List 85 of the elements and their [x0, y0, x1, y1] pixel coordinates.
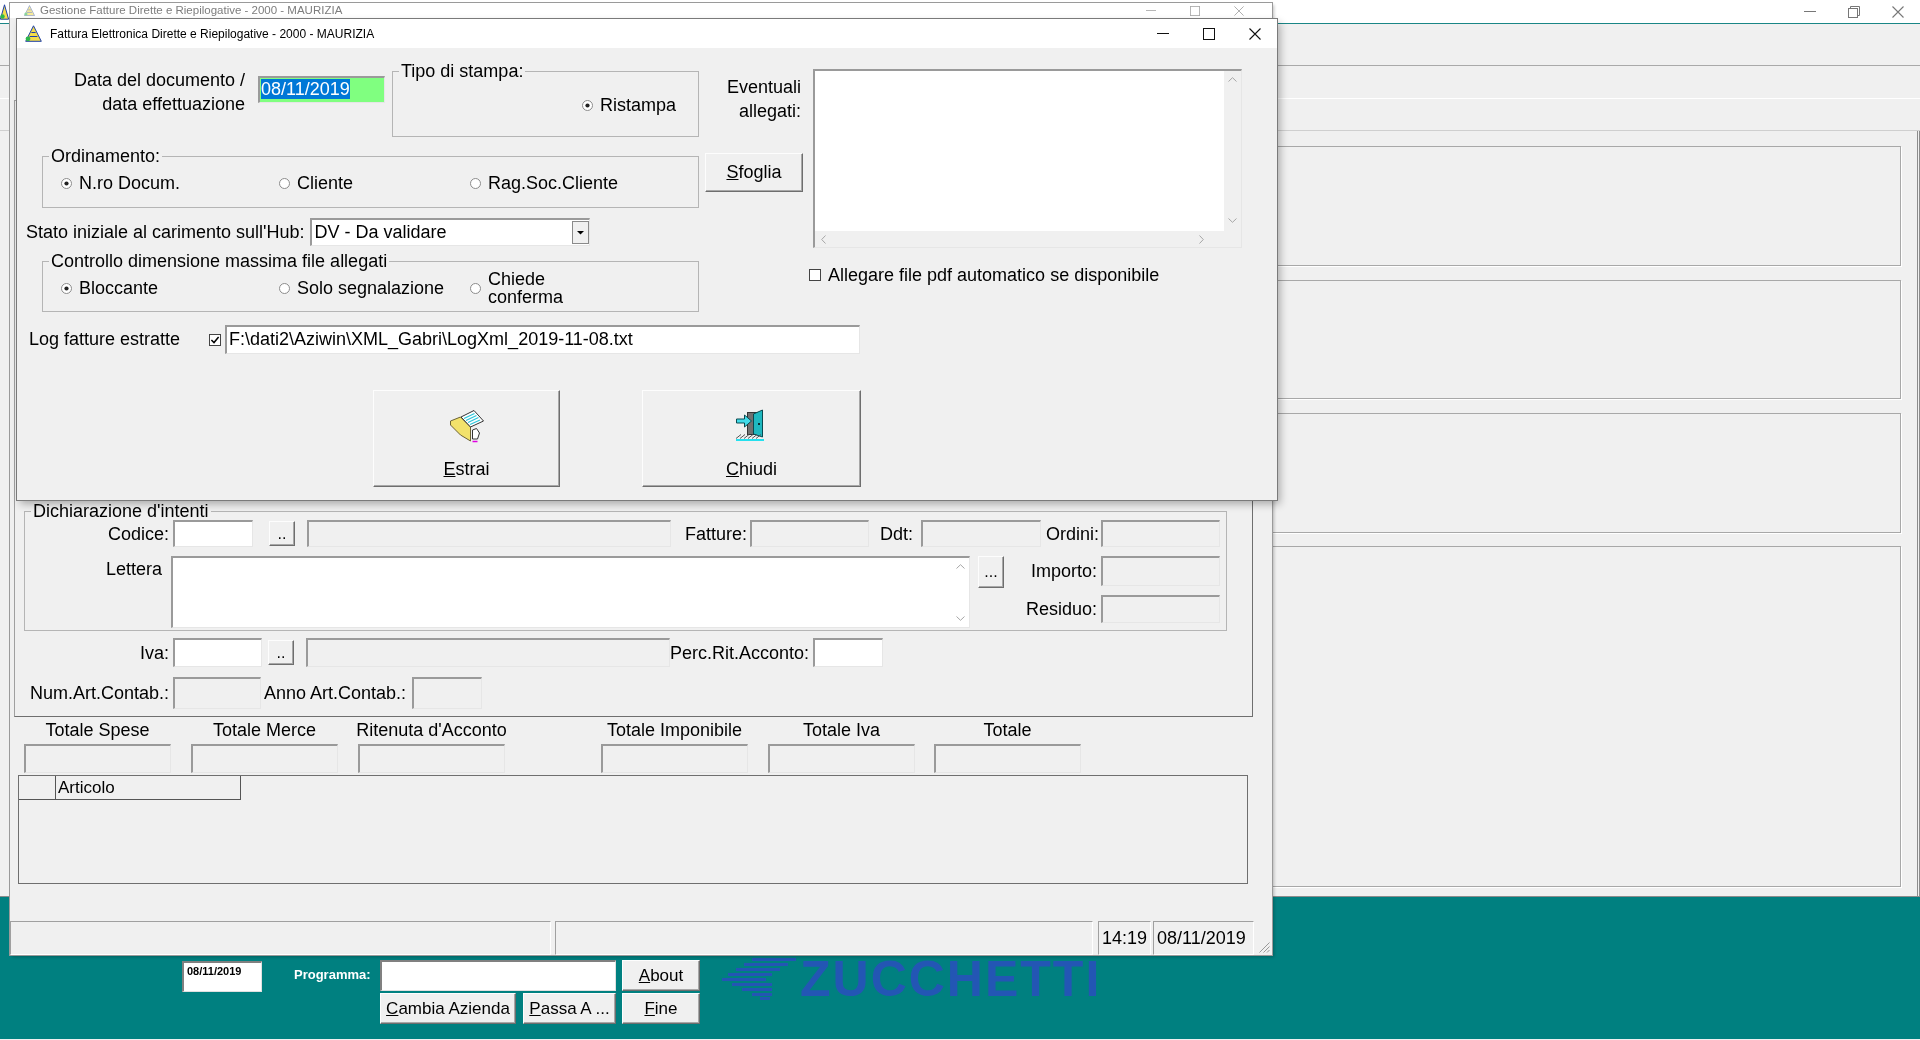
- close-icon[interactable]: [1249, 27, 1261, 40]
- resize-grip-icon[interactable]: [1259, 942, 1270, 953]
- radio-icon[interactable]: [279, 177, 290, 189]
- radio-icon[interactable]: [470, 282, 481, 294]
- checkbox[interactable]: [209, 333, 221, 346]
- scroll-right-icon[interactable]: [1199, 234, 1204, 244]
- radio-icon[interactable]: [581, 99, 593, 111]
- field-label: Importo:: [1029, 561, 1097, 581]
- group-title: Ordinamento:: [50, 147, 162, 165]
- attachments-list[interactable]: [813, 69, 1242, 248]
- field-label: Num.Art.Contab.:: [28, 683, 169, 703]
- radio-option[interactable]: Chiede conferma: [470, 270, 573, 306]
- radio-option[interactable]: Rag.Soc.Cliente: [470, 173, 619, 193]
- field-label: Ritenuta d'Acconto: [355, 721, 508, 740]
- input-field[interactable]: [173, 520, 253, 547]
- window-title: Gestione Fatture Dirette e Riepilogative - 2000 - MAURIZIA: [40, 4, 343, 17]
- radio-icon[interactable]: [61, 177, 72, 189]
- field-label: Data del documento / data effettuazione: [72, 69, 245, 116]
- scroll-up-icon[interactable]: [956, 564, 965, 569]
- date-field[interactable]: 08/11/2019: [258, 76, 385, 103]
- window-title: Fattura Elettronica Dirette e Riepilogative - 2000 - MAURIZIA: [50, 26, 375, 41]
- date-field[interactable]: 08/11/2019: [182, 961, 262, 992]
- grid-corner-cell: [19, 776, 56, 800]
- field-label: Totale: [982, 721, 1033, 740]
- field-label: Anno Art.Contab.:: [264, 683, 407, 703]
- group-title: Dichiarazione d'intenti: [32, 502, 210, 520]
- scroll-down-icon[interactable]: [956, 616, 965, 621]
- field-label: Fatture:: [683, 523, 747, 544]
- scroll-left-icon[interactable]: [821, 234, 826, 244]
- field-label: Lettera: [104, 558, 162, 579]
- launcher-button[interactable]: Cambia Azienda: [380, 993, 516, 1024]
- more-button[interactable]: ...: [978, 556, 1004, 588]
- field-label: Iva:: [139, 642, 169, 663]
- group-title: Tipo di stampa:: [400, 62, 525, 80]
- field-label: Codice:: [106, 523, 169, 544]
- scroll-up-icon[interactable]: [1228, 77, 1237, 82]
- input-field[interactable]: [173, 638, 262, 667]
- app-icon: [24, 5, 35, 16]
- logo-icon: [722, 958, 796, 1000]
- lookup-button[interactable]: ..: [268, 640, 294, 665]
- exit-button[interactable]: Chiudi: [642, 390, 861, 487]
- browse-button[interactable]: Sfoglia: [705, 153, 803, 192]
- caret-down-icon[interactable]: [571, 221, 589, 244]
- launcher-button[interactable]: Passa A ...: [523, 993, 616, 1024]
- restore-icon[interactable]: [1848, 5, 1860, 18]
- status-dropdown[interactable]: DV - Da validare: [309, 218, 590, 246]
- radio-icon[interactable]: [279, 282, 290, 294]
- launcher-button[interactable]: Fine: [622, 993, 700, 1024]
- field-label: Ordini:: [1045, 523, 1099, 544]
- extract-button[interactable]: Estrai: [373, 390, 560, 487]
- lookup-button[interactable]: ..: [269, 521, 295, 546]
- field-label: Totale Imponibile: [605, 721, 744, 740]
- radio-icon[interactable]: [61, 282, 72, 294]
- field-label: Residuo:: [1024, 599, 1097, 619]
- field-label: Ddt:: [879, 523, 913, 544]
- radio-option[interactable]: N.ro Docum.: [61, 173, 181, 193]
- checkbox-icon[interactable]: [809, 269, 821, 281]
- column-header[interactable]: Articolo: [56, 776, 241, 800]
- app-icon: [0, 3, 9, 20]
- field-label: Stato iniziale al carimento sull'Hub:: [26, 222, 305, 242]
- app-icon: [25, 25, 42, 42]
- status-date: 08/11/2019: [1153, 921, 1254, 955]
- field-label: Perc.Rit.Acconto:: [670, 642, 810, 663]
- field-label: Totale Spese: [44, 721, 151, 740]
- scroll-down-icon[interactable]: [1228, 218, 1237, 223]
- field-label: Eventuali allegati:: [725, 76, 801, 123]
- path-field[interactable]: F:\dati2\Aziwin\XML_Gabri\LogXml_2019-11-08.txt: [225, 325, 860, 354]
- field-label: Log fatture estratte: [29, 329, 182, 350]
- checkbox-option[interactable]: Allegare file pdf automatico se disponibile: [809, 265, 1160, 285]
- radio-option[interactable]: Bloccante: [61, 278, 159, 298]
- status-time: 14:19: [1098, 921, 1151, 955]
- field-label: Totale Iva: [801, 721, 881, 740]
- radio-option[interactable]: Cliente: [279, 173, 354, 193]
- field-label: Totale Merce: [211, 721, 317, 740]
- radio-option[interactable]: Solo segnalazione: [279, 278, 445, 298]
- field-label: Programma:: [294, 967, 372, 982]
- maximize-icon[interactable]: [1203, 27, 1215, 40]
- program-field[interactable]: [380, 960, 616, 991]
- radio-icon[interactable]: [470, 177, 481, 189]
- group-title: Controllo dimensione massima file allegati: [50, 252, 389, 270]
- input-field[interactable]: [813, 638, 884, 667]
- letter-field[interactable]: [171, 556, 970, 628]
- radio-option[interactable]: Ristampa: [581, 95, 676, 115]
- launcher-button[interactable]: About: [622, 960, 700, 991]
- folder-document-icon: [448, 409, 485, 443]
